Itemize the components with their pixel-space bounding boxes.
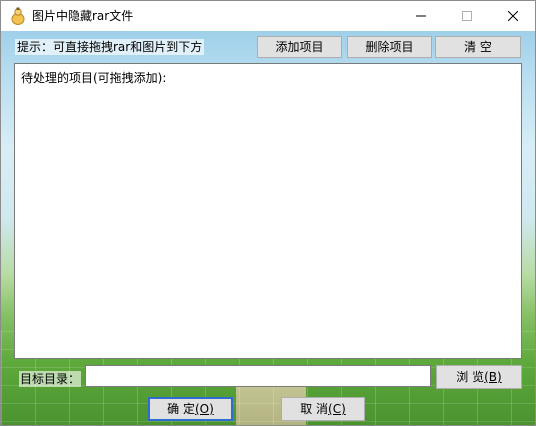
close-button[interactable] [490,1,535,31]
target-dir-input[interactable] [85,365,431,387]
maximize-icon [462,11,472,21]
target-dir-label: 目标目录： [19,371,82,387]
minimize-icon [416,15,426,17]
main-window: 图片中隐藏rar文件 提示：可直接拖拽rar和图片到下方 添加项目 删除项目 清… [0,0,536,426]
browse-button[interactable]: 浏 览(B) [436,365,522,389]
ok-button[interactable]: 确 定(O) [148,397,233,421]
close-icon [508,11,518,21]
minimize-button[interactable] [398,1,444,31]
title-bar[interactable]: 图片中隐藏rar文件 [1,1,535,31]
pending-items-list[interactable]: 待处理的项目(可拖拽添加): [14,63,522,359]
browse-label: 浏 览 [456,370,485,384]
browse-mnemonic: (B) [484,370,502,384]
ok-mnemonic: (O) [195,402,214,416]
hint-text: 提示：可直接拖拽rar和图片到下方 [15,39,205,55]
app-icon [10,7,26,25]
clear-button[interactable]: 清 空 [435,36,521,58]
list-header: 待处理的项目(可拖拽添加): [21,71,167,85]
window-title: 图片中隐藏rar文件 [32,9,134,23]
ok-label: 确 定 [167,402,195,416]
cancel-button[interactable]: 取 消(C) [281,397,365,421]
add-item-button[interactable]: 添加项目 [257,36,342,58]
client-area: 提示：可直接拖拽rar和图片到下方 添加项目 删除项目 清 空 待处理的项目(可… [1,31,535,425]
maximize-button[interactable] [444,1,490,31]
cancel-mnemonic: (C) [328,402,346,416]
cancel-label: 取 消 [300,402,329,416]
delete-item-button[interactable]: 删除项目 [347,36,432,58]
